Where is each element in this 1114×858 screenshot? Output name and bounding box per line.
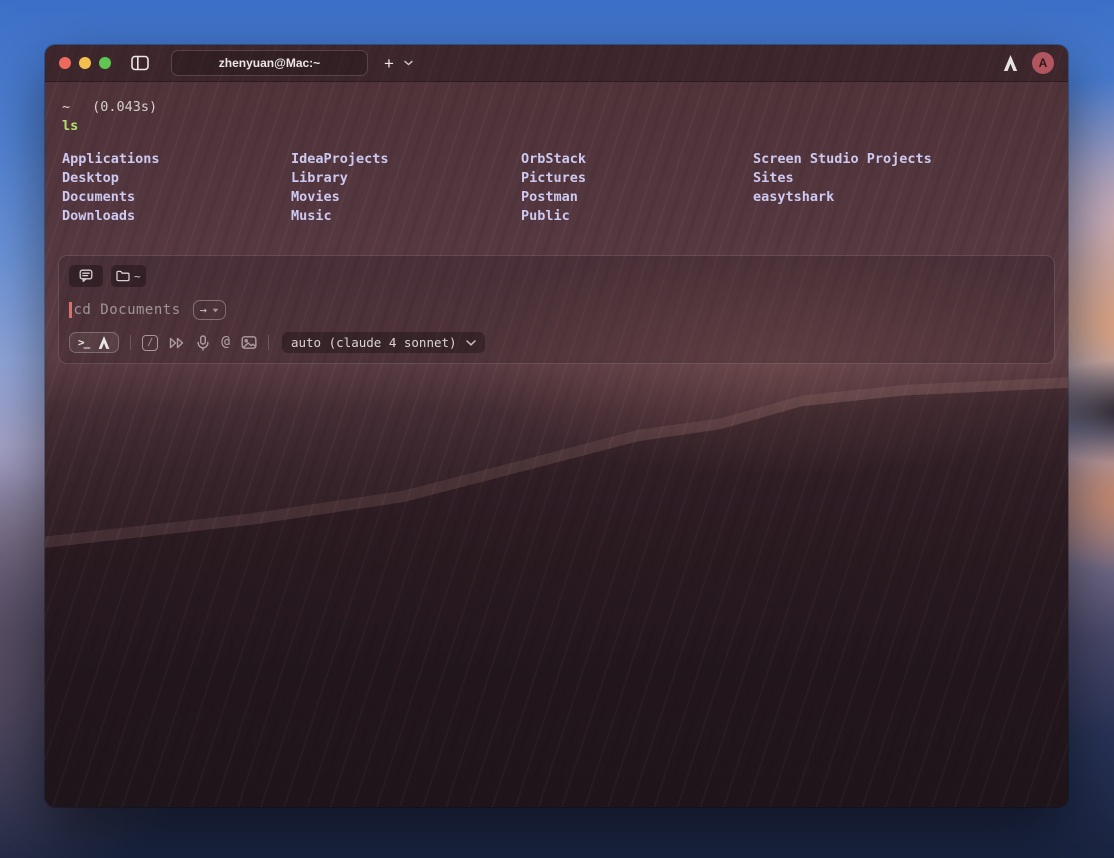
chevron-down-icon [404,60,413,66]
context-row: ~ [69,265,1044,287]
command-input-line[interactable]: cd Documents → [69,300,1044,320]
list-item: Library [291,169,521,188]
list-item: IdeaProjects [291,150,521,169]
list-item: Public [521,207,753,226]
list-item: Pictures [521,169,753,188]
list-item: Desktop [62,169,291,188]
model-selector[interactable]: auto (claude 4 sonnet) [282,332,485,353]
enter-arrow-icon: → [200,304,207,316]
list-item: Music [291,207,521,226]
list-item: Sites [753,169,932,188]
toolbar-divider [130,335,131,350]
traffic-lights [59,57,111,69]
microphone-icon [196,335,210,351]
tab-title: zhenyuan@Mac:~ [219,56,320,70]
titlebar: zhenyuan@Mac:~ + A [45,45,1068,82]
listing-column: IdeaProjects Library Movies Music [291,150,521,226]
mode-switcher[interactable]: >_ [69,332,119,353]
listing-column: Applications Desktop Documents Downloads [62,150,291,226]
terminal-tab[interactable]: zhenyuan@Mac:~ [171,50,368,76]
list-item: Downloads [62,207,291,226]
account-avatar[interactable]: A [1032,52,1054,74]
working-directory-label: ~ [134,270,141,283]
chevron-down-icon [212,308,219,313]
terminal-content: ~ (0.043s) ls Applications Desktop Docum… [45,82,1068,364]
comment-icon [79,269,93,283]
agent-mode-warp-icon [98,336,110,349]
listing-column: Screen Studio Projects Sites easytshark [753,150,932,226]
list-item: OrbStack [521,150,753,169]
at-icon: @ [221,335,230,350]
listing-column: OrbStack Pictures Postman Public [521,150,753,226]
zoom-button[interactable] [99,57,111,69]
terminal-window: zhenyuan@Mac:~ + A ~ (0.043s) ls [45,45,1068,807]
slash-icon: / [147,337,153,348]
list-item: Applications [62,150,291,169]
folder-icon [116,270,130,282]
image-icon [241,335,257,350]
tab-list-button[interactable] [404,60,413,66]
input-toolbar: >_ / [69,332,1044,353]
plus-icon: + [384,54,394,73]
prompt-duration: (0.043s) [92,98,157,117]
command-input-block[interactable]: ~ cd Documents → >_ [58,255,1055,364]
list-item: Postman [521,188,753,207]
autofill-button[interactable] [169,336,185,350]
prompt-path: ~ [62,98,70,117]
fast-forward-icon [169,336,185,350]
model-selector-label: auto (claude 4 sonnet) [291,335,457,350]
toolbar-divider [268,335,269,350]
list-item: Documents [62,188,291,207]
avatar-letter: A [1039,56,1048,70]
directory-listing: Applications Desktop Documents Downloads… [58,150,1055,226]
sidebar-toggle-button[interactable] [131,55,149,71]
mention-context-button[interactable]: @ [221,335,230,350]
list-item: Screen Studio Projects [753,150,932,169]
minimize-button[interactable] [79,57,91,69]
warp-logo-icon [1003,55,1018,71]
list-item: Movies [291,188,521,207]
working-directory-button[interactable]: ~ [111,265,146,287]
prompt-line: ~ (0.043s) [58,98,1055,117]
command-text: ls [62,117,78,136]
autosuggestion-text: cd Documents [74,302,181,318]
close-button[interactable] [59,57,71,69]
run-command-button[interactable]: → [193,300,226,320]
attach-image-button[interactable] [241,335,257,350]
terminal-mode-icon: >_ [78,336,89,349]
block-comment-button[interactable] [69,265,103,287]
new-tab-button[interactable]: + [384,55,394,72]
slash-commands-button[interactable]: / [142,335,158,351]
sidebar-toggle-icon [131,55,149,71]
chevron-down-icon [466,340,476,346]
desktop: { "window": { "tab_title": "zhenyuan@Mac… [0,0,1114,858]
command-line: ls [58,117,1055,136]
list-item: easytshark [753,188,932,207]
dictation-button[interactable] [196,335,210,351]
text-cursor [69,302,72,318]
